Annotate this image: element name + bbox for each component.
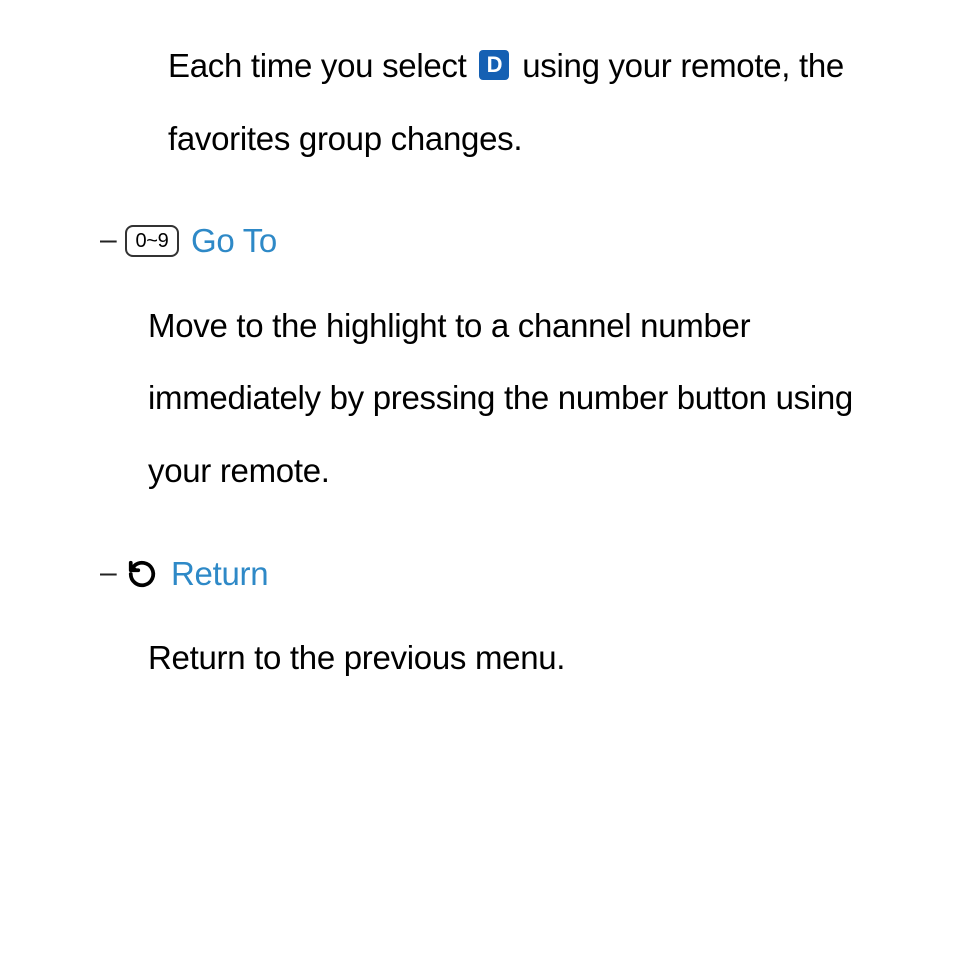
intro-paragraph: Each time you select D using your remote… bbox=[168, 30, 914, 175]
intro-text-pre: Each time you select bbox=[168, 47, 475, 84]
return-label: Return bbox=[171, 538, 268, 611]
return-description: Return to the previous menu. bbox=[148, 622, 914, 695]
list-item-goto: – 0~9 Go To bbox=[100, 205, 914, 282]
return-icon bbox=[125, 557, 159, 591]
list-body: Return bbox=[125, 538, 914, 615]
bullet-dash: – bbox=[100, 205, 125, 273]
goto-description: Move to the highlight to a channel numbe… bbox=[148, 290, 914, 508]
document-content: Each time you select D using your remote… bbox=[100, 30, 914, 695]
number-keys-icon: 0~9 bbox=[125, 225, 179, 257]
goto-label: Go To bbox=[191, 205, 277, 278]
list-item-return: – Return bbox=[100, 538, 914, 615]
bullet-dash: – bbox=[100, 538, 125, 606]
list-header-return: Return bbox=[125, 538, 914, 611]
list-body: 0~9 Go To bbox=[125, 205, 914, 282]
list-header-goto: 0~9 Go To bbox=[125, 205, 914, 278]
d-button-icon: D bbox=[479, 50, 509, 80]
